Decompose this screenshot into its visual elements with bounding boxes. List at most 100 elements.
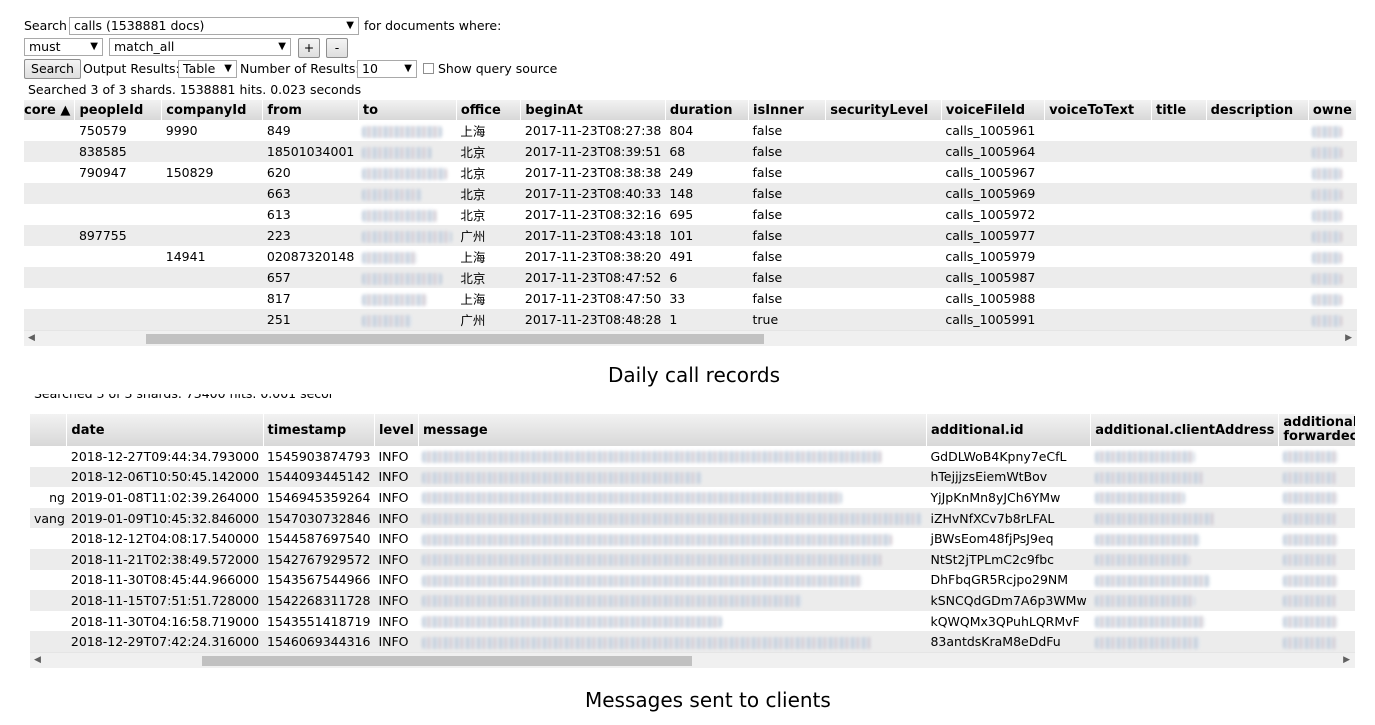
calls-scroll-thumb[interactable] [146, 334, 764, 344]
messages-column-header[interactable]: level [374, 414, 419, 446]
table-row[interactable]: 2018-11-21T02:38:49.572000 1542767929572 I… [30, 548, 1355, 570]
table-cell [418, 446, 926, 467]
table-row[interactable]: 790947 150829 620 北京 2017-11-23T08:38:38 249 f… [24, 162, 1357, 183]
clause-select[interactable]: match_all ▼ [109, 38, 291, 56]
table-cell [1278, 507, 1355, 529]
table-row[interactable]: 2018-12-06T10:50:45.142000 1544093445142 I… [30, 466, 1355, 488]
table-row[interactable]: 2018-11-30T04:16:58.719000 1543551418719 I… [30, 611, 1355, 632]
table-cell [24, 183, 75, 204]
table-row[interactable]: 750579 9990 849 上海 2017-11-23T08:27:38 804 fal… [24, 120, 1357, 141]
table-cell: 2018-11-30T08:45:44.966000 [70, 572, 260, 588]
messages-column-header[interactable]: additional.id [926, 414, 1092, 446]
table-cell [1152, 288, 1207, 309]
table-row[interactable]: 2018-12-12T04:08:17.540000 1544587697540 I… [30, 528, 1355, 549]
table-cell [825, 183, 942, 204]
table-cell: 北京 [460, 166, 486, 181]
table-cell: 1 [665, 309, 749, 330]
redacted-content [1094, 451, 1195, 464]
table-cell [358, 246, 456, 267]
table-cell [24, 309, 75, 330]
search-button[interactable]: Search [24, 59, 81, 79]
table-cell: 2017-11-23T08:38:20 [524, 249, 662, 264]
calls-results-table: core ▲ peopleId companyId from to office begin… [24, 100, 1357, 330]
table-row[interactable]: ng 2019-01-08T11:02:39.264000 154694535926… [30, 487, 1355, 508]
table-row[interactable]: 2018-11-30T08:45:44.966000 1543567544966 I… [30, 570, 1355, 591]
table-cell: calls_1005987 [941, 267, 1045, 288]
table-cell: 2017-11-23T08:39:51 [520, 141, 666, 162]
messages-column-header[interactable] [30, 414, 68, 446]
arrow-right-icon[interactable]: ▶ [1343, 655, 1350, 665]
table-row[interactable]: 817 上海 2017-11-23T08:47:50 33 false calls_100… [24, 288, 1357, 309]
table-row[interactable]: 657 北京 2017-11-23T08:47:52 6 false calls_1005… [24, 267, 1357, 288]
redacted-content [1094, 636, 1200, 649]
calls-column-header[interactable]: core ▲ [24, 100, 76, 120]
table-cell: false [748, 225, 826, 246]
messages-column-header[interactable]: additional.clientAddress [1090, 414, 1280, 446]
calls-column-header[interactable]: to [358, 100, 457, 120]
calls-column-header[interactable]: from [262, 100, 359, 120]
table-row[interactable]: 2018-12-27T09:44:34.793000 1545903874793 I… [30, 446, 1355, 467]
table-cell: calls_1005991 [941, 309, 1045, 330]
messages-column-header[interactable]: timestamp [263, 414, 375, 446]
table-cell: 2017-11-23T08:47:52 [520, 267, 666, 288]
table-cell [75, 204, 162, 225]
table-cell [826, 246, 942, 267]
calls-column-header[interactable]: description [1206, 100, 1309, 120]
table-row[interactable]: 2018-11-15T07:51:51.728000 1542268311728 I… [30, 590, 1355, 611]
table-cell [826, 288, 942, 309]
num-results-select[interactable]: 10 ▼ [357, 60, 417, 78]
messages-horizontal-scrollbar[interactable]: ◀ ▶ [30, 652, 1355, 668]
table-cell: 02087320148 [266, 249, 355, 264]
table-row[interactable]: vang 2019-01-09T10:45:32.846000 1547030732… [30, 507, 1355, 529]
bool-select[interactable]: must ▼ [24, 38, 103, 56]
add-clause-button[interactable]: + [298, 38, 320, 58]
calls-column-header[interactable]: isInner [748, 100, 827, 120]
bool-select-value: must [29, 39, 61, 54]
arrow-right-icon[interactable]: ▶ [1345, 333, 1352, 343]
messages-scroll-thumb[interactable] [202, 656, 692, 666]
output-select[interactable]: Table ▼ [178, 60, 237, 78]
index-select[interactable]: calls (1538881 docs) ▼ [69, 17, 359, 35]
redacted-content [1282, 533, 1338, 546]
calls-column-header[interactable]: peopleId [74, 100, 163, 120]
show-source-checkbox[interactable] [423, 63, 434, 74]
table-row[interactable]: 897755 223 广州 2017-11-23T08:43:18 101 false ca… [24, 225, 1357, 246]
table-cell: INFO [374, 466, 419, 488]
messages-column-header[interactable]: date [66, 414, 264, 446]
calls-column-header[interactable]: office [456, 100, 522, 120]
table-cell [418, 590, 927, 611]
table-cell: 223 [262, 225, 359, 246]
table-row[interactable]: 663 北京 2017-11-23T08:40:33 148 false calls_10… [24, 183, 1357, 204]
calls-horizontal-scrollbar[interactable]: ◀ ▶ [24, 330, 1357, 346]
table-row[interactable]: 838585 18501034001 北京 2017-11-23T08:39:51 68… [24, 141, 1357, 162]
calls-column-header[interactable]: duration [665, 100, 750, 120]
redacted-content [362, 293, 428, 306]
remove-clause-button[interactable]: - [326, 38, 348, 58]
calls-column-header[interactable]: beginAt [520, 100, 666, 120]
table-row[interactable]: 251 广州 2017-11-23T08:48:28 1 true calls_10059… [24, 309, 1357, 330]
calls-column-header[interactable]: title [1151, 100, 1207, 120]
table-cell: 2018-12-06T10:50:45.142000 [66, 466, 264, 488]
table-cell [1308, 288, 1356, 309]
calls-column-header[interactable]: securityLevel [825, 100, 942, 120]
calls-column-header[interactable]: voiceFileId [941, 100, 1046, 120]
header-line: forwardec [1283, 429, 1355, 444]
chevron-down-icon: ▼ [404, 63, 412, 74]
search-status: Searched 3 of 3 shards. 1538881 hits. 0.… [28, 82, 362, 97]
table-row[interactable]: 2018-12-29T07:42:24.316000 1546069344316 I… [30, 631, 1355, 652]
messages-column-header[interactable]: message [418, 414, 927, 446]
calls-column-header[interactable]: companyId [161, 100, 264, 120]
arrow-left-icon[interactable]: ◀ [34, 655, 41, 665]
table-cell [1278, 590, 1355, 611]
table-cell [24, 204, 75, 225]
messages-column-header[interactable]: additional forwardec [1278, 414, 1355, 446]
table-row[interactable]: 613 北京 2017-11-23T08:32:16 695 false calls_10… [24, 204, 1357, 225]
table-cell [1151, 141, 1207, 162]
table-cell [24, 288, 75, 309]
table-cell: 2019-01-09T10:45:32.846000 [66, 507, 264, 529]
table-row[interactable]: 14941 02087320148 上海 2017-11-23T08:38:20 491… [24, 246, 1357, 267]
calls-column-header[interactable]: owne [1308, 100, 1357, 120]
calls-column-header[interactable]: voiceToText [1044, 100, 1153, 120]
table-cell [358, 225, 457, 246]
arrow-left-icon[interactable]: ◀ [28, 333, 35, 343]
